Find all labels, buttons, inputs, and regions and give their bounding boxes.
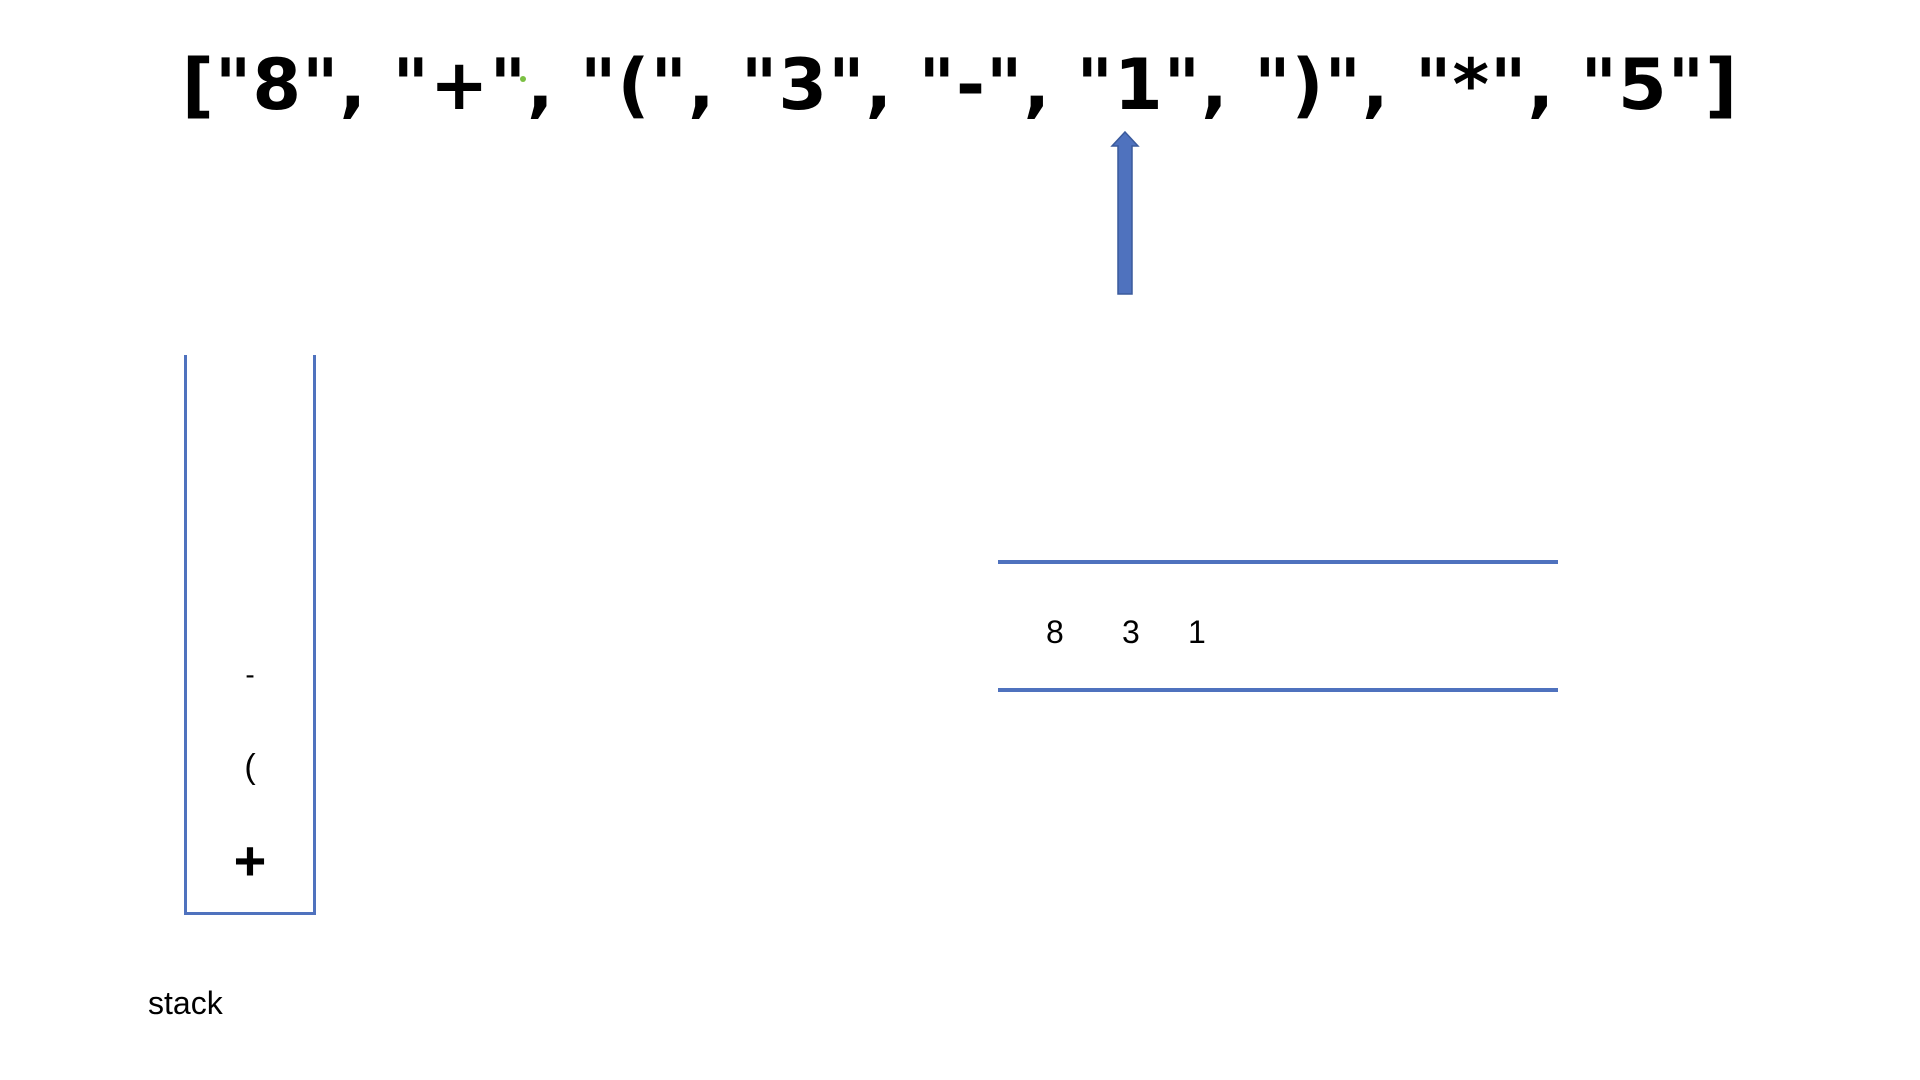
stray-dot [520,76,526,82]
stack-container: + ( - [184,355,316,915]
stack-item: - [245,659,255,690]
stack-label: stack [148,985,223,1021]
output-item: 1 [1188,614,1206,650]
slide-canvas: ["8", "+", "(", "3", "-", "1", ")", "*",… [0,0,1920,1080]
output-item: 3 [1122,614,1140,650]
token-array: ["8", "+", "(", "3", "-", "1", ")", "*",… [181,44,1739,126]
stack-item: + [233,829,267,892]
output-item: 8 [1046,614,1064,650]
pointer-arrow-icon [1110,130,1140,295]
output-top-line [998,560,1558,564]
output-bottom-line [998,688,1558,692]
stack-item: ( [244,748,256,786]
